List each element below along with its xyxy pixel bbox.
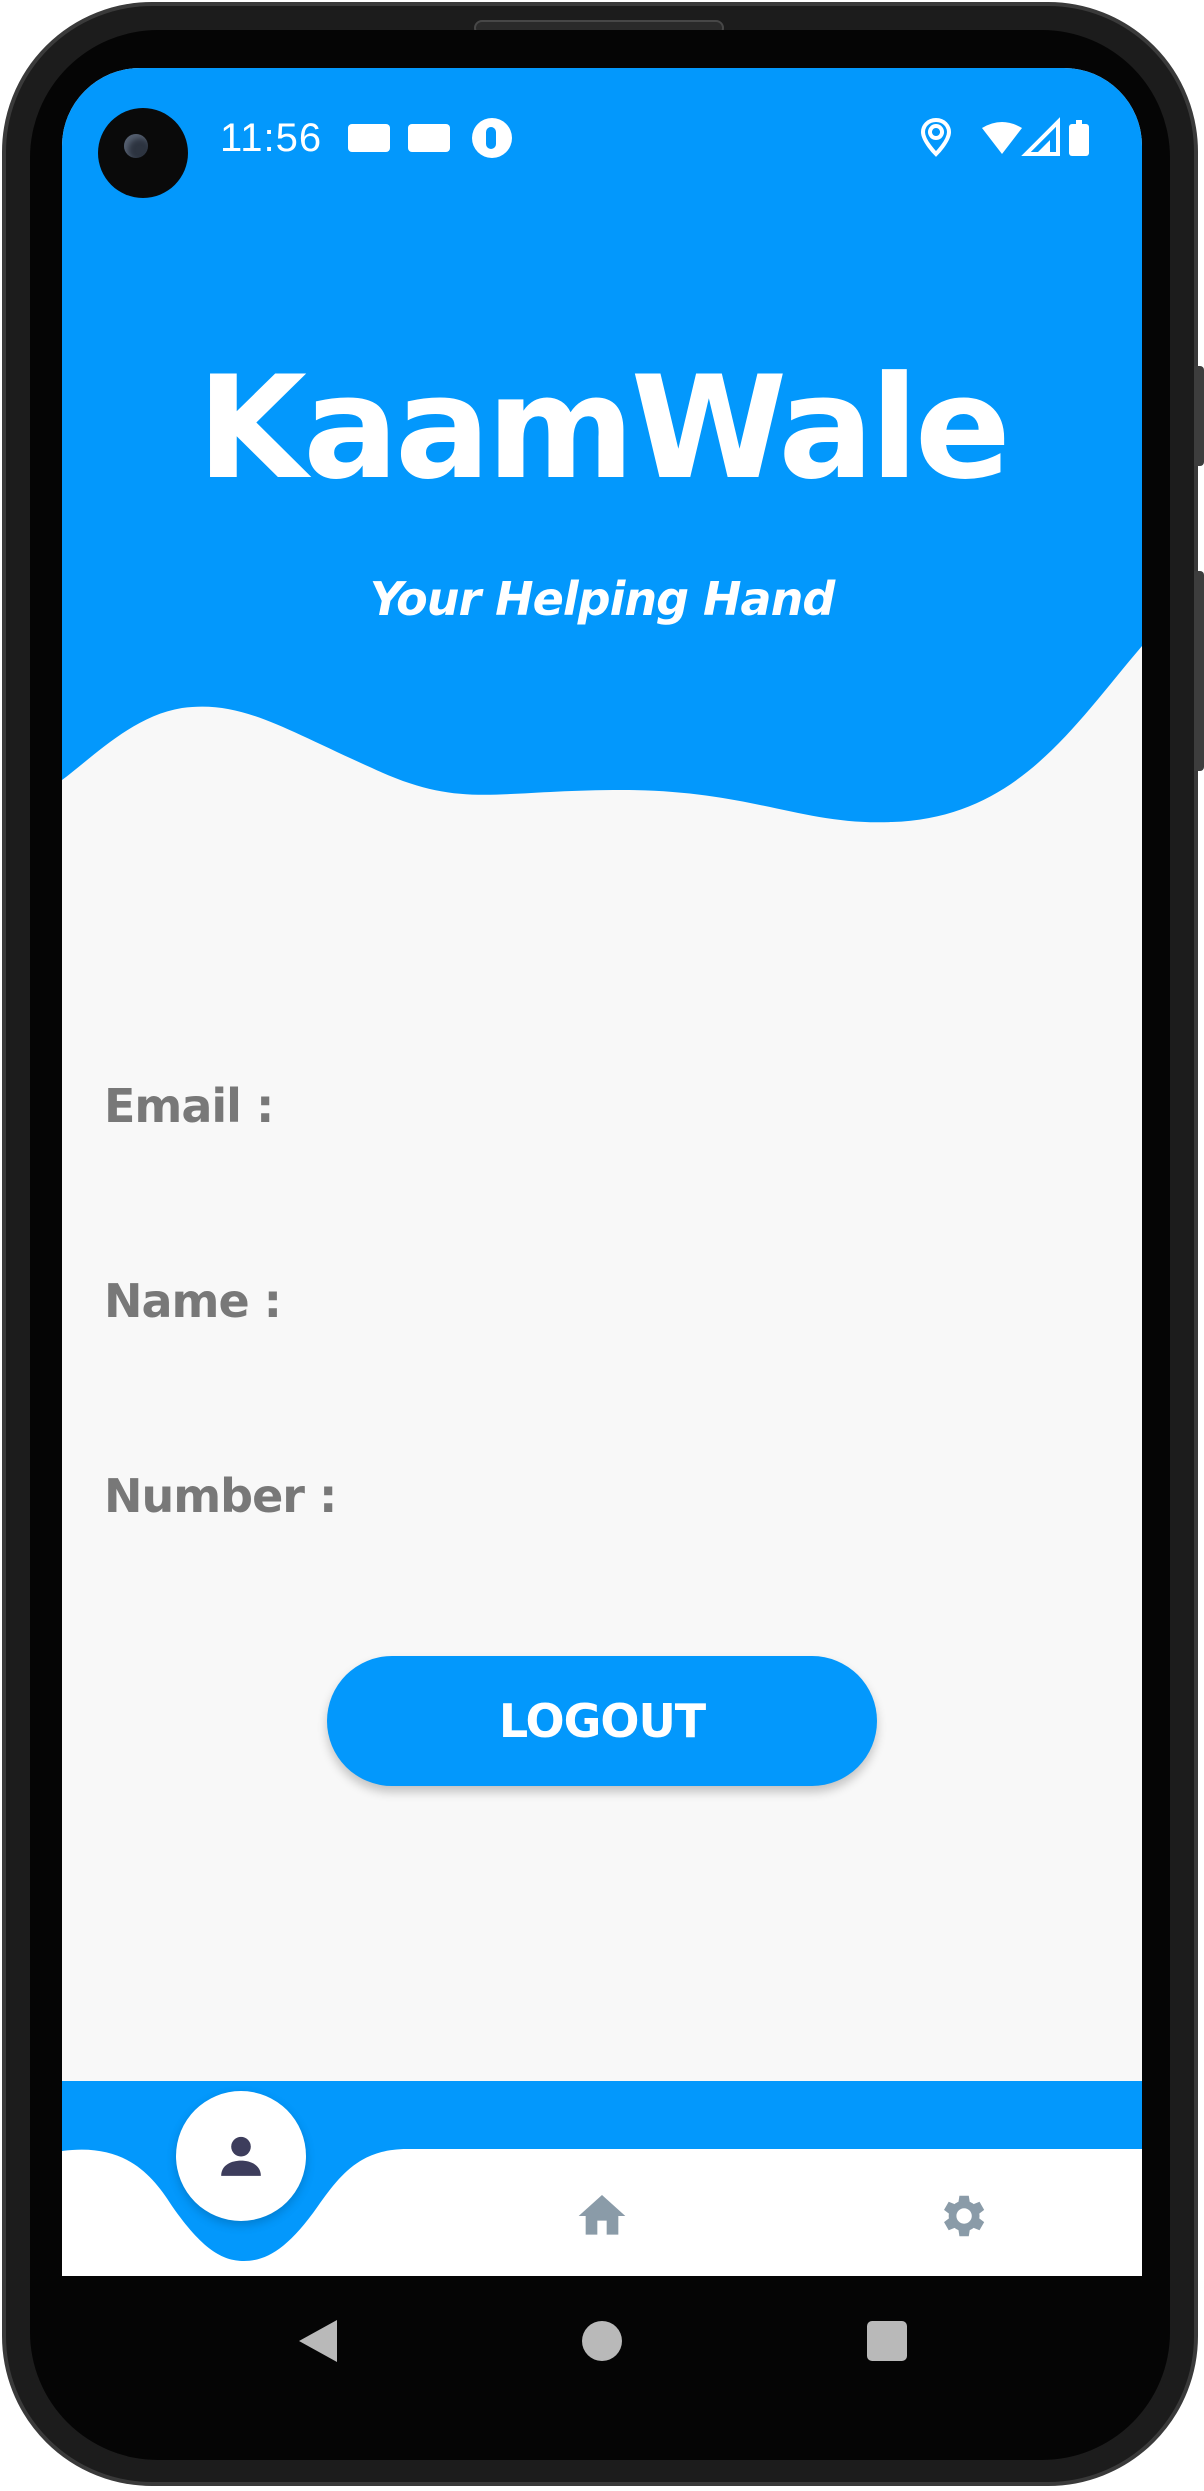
email-label: Email : xyxy=(104,1079,274,1133)
app-title: KaamWale xyxy=(196,346,1011,511)
volume-button xyxy=(1194,571,1204,771)
system-recents-button[interactable] xyxy=(852,2306,922,2376)
status-time: 11:56 xyxy=(220,116,323,160)
status-bar: 11:56 xyxy=(62,68,1142,208)
status-icons xyxy=(920,117,1089,157)
wifi-icon xyxy=(982,122,1022,154)
power-button xyxy=(1194,366,1204,466)
front-camera xyxy=(98,108,188,198)
nav-profile-button[interactable] xyxy=(176,2091,306,2221)
app-subtitle: Your Helping Hand xyxy=(369,572,836,626)
logout-button[interactable]: LOGOUT xyxy=(327,1656,877,1786)
name-label: Name : xyxy=(104,1274,282,1328)
notification-icon xyxy=(348,124,390,152)
system-home-button[interactable] xyxy=(567,2306,637,2376)
bottom-navigation xyxy=(62,2081,1142,2276)
home-circle-icon xyxy=(582,2321,622,2361)
person-icon xyxy=(221,2136,261,2176)
notification-icon xyxy=(472,118,512,158)
nav-settings-button[interactable] xyxy=(922,2176,1002,2256)
battery-icon xyxy=(1069,120,1089,156)
number-label: Number : xyxy=(104,1469,337,1523)
settings-icon xyxy=(944,2195,985,2237)
back-icon xyxy=(299,2320,337,2362)
system-back-button[interactable] xyxy=(282,2306,352,2376)
notification-icon xyxy=(408,124,450,152)
location-icon xyxy=(920,117,952,157)
signal-icon xyxy=(1021,117,1060,156)
app-screen: 11:56 KaamWale Your Helping Hand Email : xyxy=(62,68,1142,2276)
home-icon xyxy=(578,2195,626,2235)
recents-icon xyxy=(867,2321,907,2361)
system-navigation-bar xyxy=(62,2276,1142,2406)
nav-home-button[interactable] xyxy=(562,2176,642,2256)
